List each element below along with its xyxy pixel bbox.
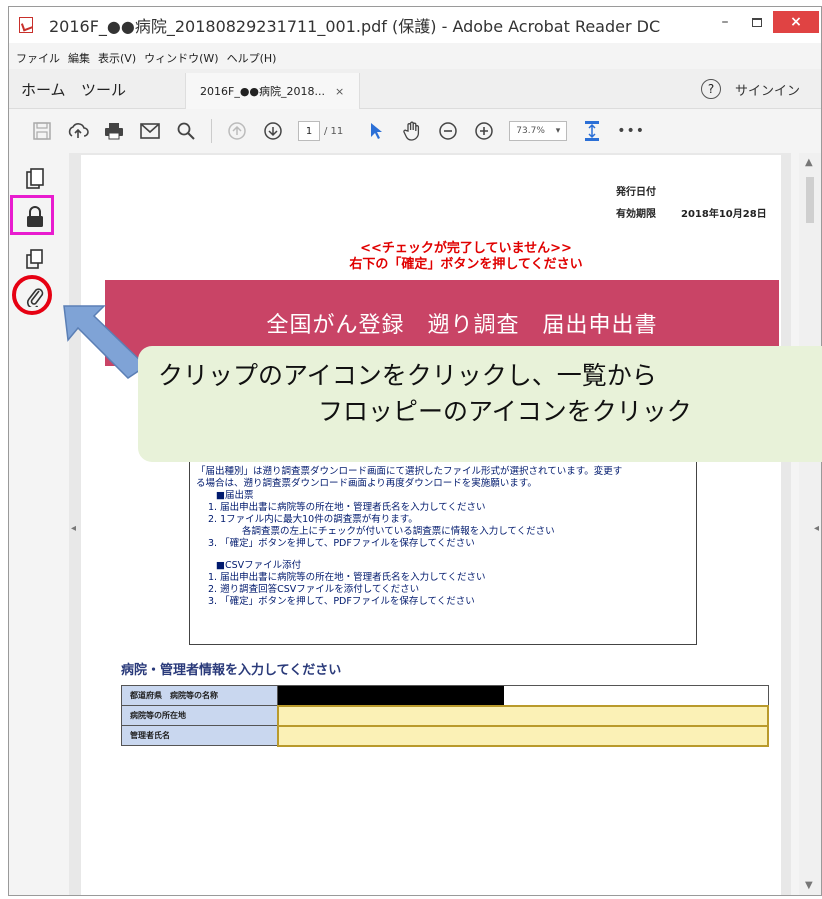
scroll-thumb[interactable]: [806, 177, 814, 223]
tab-document[interactable]: 2016F_●●病院_2018... ×: [185, 73, 360, 109]
print-icon[interactable]: [103, 120, 125, 142]
collapse-left-icon[interactable]: ◂: [71, 523, 76, 534]
page-up-icon[interactable]: [226, 120, 248, 142]
zoom-select[interactable]: 73.7% ▾: [509, 121, 568, 141]
pdf-page: 発行日付 有効期限 2018年10月28日 <<チェックが完了していません>> …: [81, 155, 781, 895]
save-icon[interactable]: [31, 120, 53, 142]
chevron-down-icon: ▾: [555, 126, 561, 136]
help-icon[interactable]: ?: [701, 79, 721, 99]
hand-icon[interactable]: [401, 120, 423, 142]
more-icon[interactable]: •••: [617, 123, 645, 139]
menu-edit[interactable]: 編集: [68, 50, 90, 66]
lock-highlight-box: [10, 195, 54, 235]
minimize-button[interactable]: –: [709, 10, 741, 34]
email-icon[interactable]: [139, 120, 161, 142]
hospital-address-label: 病院等の所在地: [121, 705, 278, 726]
upload-icon[interactable]: [67, 120, 89, 142]
page-down-icon[interactable]: [262, 120, 284, 142]
document-view[interactable]: 発行日付 有効期限 2018年10月28日 <<チェックが完了していません>> …: [69, 153, 791, 895]
maximize-icon: [752, 17, 762, 27]
close-window-button[interactable]: ×: [773, 11, 819, 33]
window-controls: – ×: [709, 7, 821, 37]
instruction-line: 2. 遡り調査回答CSVファイルを添付してください: [208, 584, 420, 595]
check-warning-line2: 右下の「確定」ボタンを押してください: [349, 257, 583, 272]
signin-link[interactable]: サインイン: [735, 80, 800, 99]
page-thumbnails-icon[interactable]: [23, 167, 47, 191]
manager-name-field[interactable]: [276, 724, 769, 747]
instruction-line: る場合は、遡り調査票ダウンロード画面より再度ダウンロードを実施願います。: [196, 478, 537, 489]
issue-date-label: 発行日付: [616, 187, 656, 198]
menu-help[interactable]: ヘルプ(H): [227, 50, 277, 66]
callout-line1: クリップのアイコンをクリックし、一覧から: [158, 361, 657, 390]
page-number-input[interactable]: 1: [298, 121, 320, 141]
instruction-line: [196, 550, 690, 560]
maximize-button[interactable]: [741, 10, 773, 34]
search-icon[interactable]: [175, 120, 197, 142]
zoom-out-icon[interactable]: [437, 120, 459, 142]
hospital-info-table: 都道府県 病院等の名称 病院等の所在地 管理者氏名: [121, 685, 769, 747]
instruction-line: 3. 「確定」ボタンを押して、PDFファイルを保存してください: [208, 538, 475, 549]
valid-until-date: 2018年10月28日: [681, 209, 767, 220]
menu-window[interactable]: ウィンドウ(W): [144, 50, 218, 66]
fit-page-icon[interactable]: [581, 120, 603, 142]
callout-line2: フロッピーのアイコンをクリック: [318, 397, 692, 426]
instruction-callout: クリップのアイコンをクリックし、一覧から フロッピーのアイコンをクリック: [138, 346, 822, 462]
instruction-line: 2. 1ファイル内に最大10件の調査票が有ります。: [208, 514, 418, 525]
page-total: / 11: [324, 125, 344, 137]
tab-close-icon[interactable]: ×: [335, 85, 344, 98]
menu-view[interactable]: 表示(V): [98, 50, 136, 66]
collapse-right-icon[interactable]: ◂: [814, 523, 819, 534]
scroll-up-icon[interactable]: ▲: [805, 157, 813, 168]
vertical-scrollbar[interactable]: ▲ ◂ ▼: [799, 153, 821, 895]
zoom-in-icon[interactable]: [473, 120, 495, 142]
scroll-down-icon[interactable]: ▼: [805, 880, 813, 891]
select-pointer-icon[interactable]: [365, 120, 387, 142]
tab-document-label: 2016F_●●病院_2018...: [200, 85, 326, 98]
valid-until-label: 有効期限: [616, 209, 656, 220]
instruction-line: 「届出種別」は遡り調査票ダウンロード画面にて選択したファイル形式が選択されていま…: [196, 466, 623, 477]
hospital-address-field[interactable]: [276, 704, 769, 727]
attachment-highlight-circle: [12, 275, 52, 315]
left-navigation-panel: [9, 153, 69, 895]
manager-name-label: 管理者氏名: [121, 725, 278, 746]
instruction-line: ■CSVファイル添付: [216, 560, 302, 571]
layers-icon[interactable]: [23, 247, 47, 271]
title-bar: 2016F_●●病院_20180829231711_001.pdf (保護) -…: [9, 7, 821, 43]
hospital-name-label: 都道府県 病院等の名称: [121, 685, 278, 706]
window-title: 2016F_●●病院_20180829231711_001.pdf (保護) -…: [49, 17, 661, 36]
hospital-name-field[interactable]: [277, 685, 769, 706]
tab-home[interactable]: ホーム: [21, 79, 66, 100]
tab-tools[interactable]: ツール: [81, 79, 126, 100]
zoom-value: 73.7%: [516, 126, 545, 136]
menu-file[interactable]: ファイル: [16, 50, 60, 66]
toolbar: 1 / 11 73.7% ▾ •••: [9, 110, 821, 152]
instruction-line: 1. 届出申出書に病院等の所在地・管理者氏名を入力してください: [208, 502, 486, 513]
tab-bar: ホーム ツール 2016F_●●病院_2018... × ? サインイン: [9, 69, 821, 109]
acrobat-app-icon: [19, 17, 33, 33]
menu-bar: ファイル 編集 表示(V) ウィンドウ(W) ヘルプ(H): [9, 47, 284, 69]
table-row: 病院等の所在地: [121, 704, 769, 727]
toolbar-divider: [211, 119, 212, 143]
table-row: 都道府県 病院等の名称: [121, 685, 769, 706]
redaction-block: [278, 686, 504, 705]
instruction-line: 各調査票の左上にチェックが付いている調査票に情報を入力してください: [242, 526, 555, 537]
instructions-box: 「届出種別」は遡り調査票ダウンロード画面にて選択したファイル形式が選択されていま…: [189, 451, 697, 645]
section-title: 病院・管理者情報を入力してください: [121, 663, 342, 678]
instruction-line: 1. 届出申出書に病院等の所在地・管理者氏名を入力してください: [208, 572, 486, 583]
instruction-line: ■届出票: [216, 490, 254, 501]
instruction-line: 3. 「確定」ボタンを押して、PDFファイルを保存してください: [208, 596, 475, 607]
table-row: 管理者氏名: [121, 724, 769, 747]
